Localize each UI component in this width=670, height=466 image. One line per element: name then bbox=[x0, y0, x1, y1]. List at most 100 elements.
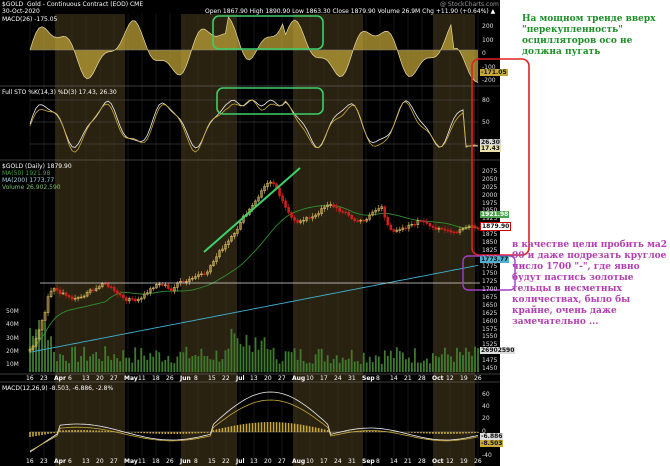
volume-bar bbox=[314, 354, 317, 372]
volume-bar bbox=[173, 363, 176, 372]
volume-bar bbox=[290, 352, 293, 372]
volume-bar bbox=[311, 363, 314, 372]
cci-value-tag: -171.05 bbox=[480, 69, 508, 76]
volume-bar bbox=[263, 337, 266, 372]
macd-histogram-bar bbox=[188, 432, 191, 434]
volume-bar bbox=[119, 361, 122, 372]
volume-bar bbox=[224, 350, 227, 372]
x-tick-label: 18 bbox=[152, 458, 160, 465]
macd-histogram-bar bbox=[140, 432, 143, 434]
volume-bar bbox=[344, 359, 347, 372]
volume-bar bbox=[248, 345, 251, 372]
macd-histogram-bar bbox=[284, 422, 287, 432]
macd-histogram-bar bbox=[308, 426, 311, 432]
x-tick-label: 24 bbox=[334, 458, 342, 465]
candle-body bbox=[170, 288, 173, 292]
volume-bar bbox=[447, 354, 449, 372]
candle-body bbox=[419, 220, 423, 222]
x-tick-label: 27 bbox=[278, 375, 286, 382]
stock-chart bbox=[0, 0, 530, 466]
candle-body bbox=[341, 211, 344, 213]
volume-bar bbox=[59, 353, 61, 372]
volume-bar bbox=[245, 334, 248, 372]
macd-histogram-bar bbox=[167, 432, 170, 434]
price-axis-label: 2075 bbox=[482, 168, 498, 175]
x-tick-label: 26 bbox=[474, 375, 482, 382]
candle-body bbox=[103, 283, 107, 285]
volume-bar bbox=[477, 348, 479, 372]
x-tick-label: Aug bbox=[292, 375, 306, 382]
candle-body bbox=[476, 227, 480, 230]
macd-histogram-bar bbox=[206, 432, 209, 433]
x-tick-label: 8 bbox=[194, 375, 198, 382]
price-axis-label: 1675 bbox=[482, 294, 498, 302]
macd-histogram-bar bbox=[293, 423, 296, 432]
volume-bar bbox=[425, 358, 428, 372]
volume-bar bbox=[341, 357, 344, 372]
x-tick-label: 22 bbox=[222, 458, 230, 465]
candle-body bbox=[347, 212, 351, 216]
macd-histogram-bar bbox=[179, 432, 182, 434]
macd-histogram-bar bbox=[474, 432, 476, 434]
candle-body bbox=[55, 288, 59, 291]
volume-bar bbox=[386, 355, 389, 372]
candle-body bbox=[91, 289, 95, 291]
x-tick-label: 28 bbox=[418, 458, 426, 465]
price-axis-label: 1575 bbox=[482, 325, 498, 333]
macd-histogram-bar bbox=[152, 432, 155, 434]
volume-bar bbox=[158, 352, 161, 372]
macd-histogram-bar bbox=[41, 432, 43, 435]
macd-histogram-bar bbox=[215, 429, 218, 432]
volume-bar bbox=[188, 358, 191, 372]
candle-body bbox=[350, 214, 354, 219]
volume-bar bbox=[56, 361, 58, 372]
symbol-label: $GOLD Gold - Continuous Contract (EOD) C… bbox=[2, 1, 144, 8]
volume-bar bbox=[167, 355, 170, 372]
x-tick-label: May bbox=[124, 375, 138, 382]
volume-bar bbox=[50, 336, 52, 372]
macd-histogram-bar bbox=[426, 432, 428, 434]
macd-histogram-bar bbox=[299, 424, 302, 432]
x-tick-label: 21 bbox=[404, 458, 412, 465]
volume-bar bbox=[191, 356, 194, 372]
x-tick-label: 8 bbox=[194, 458, 198, 465]
price-axis-label: 1825 bbox=[482, 246, 498, 254]
volume-value-tag: 26902590 bbox=[480, 347, 516, 354]
macd-histogram-bar bbox=[134, 432, 137, 433]
candle-body bbox=[133, 298, 137, 302]
macd-histogram-bar bbox=[435, 432, 437, 434]
cci-label: MACD(26) -175.05 bbox=[2, 16, 58, 23]
macd-histogram-bar bbox=[278, 422, 281, 432]
x-tick-label: 20 bbox=[96, 375, 104, 382]
volume-bar bbox=[362, 352, 365, 372]
volume-bar bbox=[407, 357, 410, 372]
macd-histogram-bar bbox=[146, 432, 149, 434]
sto-axis-label: 50 bbox=[482, 119, 490, 126]
volume-bar bbox=[281, 361, 284, 372]
volume-bar bbox=[161, 361, 164, 372]
macd-histogram-bar bbox=[218, 428, 221, 432]
macd-histogram-bar bbox=[429, 432, 431, 434]
candle-body bbox=[203, 273, 206, 275]
macd-histogram-bar bbox=[107, 430, 109, 432]
month-band bbox=[433, 14, 475, 466]
x-tick-label: Jun bbox=[180, 375, 191, 382]
volume-bar bbox=[143, 355, 146, 372]
candle-body bbox=[115, 290, 119, 295]
volume-label: Volume 26,902,590 bbox=[2, 184, 61, 191]
volume-bar bbox=[465, 347, 467, 372]
volume-bar bbox=[371, 362, 374, 372]
macd-histogram-bar bbox=[272, 422, 275, 432]
x-tick-label: 23 bbox=[40, 458, 48, 465]
x-tick-label: 10 bbox=[306, 375, 314, 382]
volume-bar bbox=[239, 343, 242, 372]
macd-histogram-bar bbox=[65, 430, 67, 432]
x-tick-label: 14 bbox=[390, 375, 398, 382]
price-axis-label: 1600 bbox=[482, 317, 498, 325]
price-axis-label: 2050 bbox=[482, 175, 498, 183]
volume-axis-label: 40M bbox=[6, 321, 19, 329]
volume-bar bbox=[356, 361, 359, 372]
macd-histogram-bar bbox=[453, 432, 455, 434]
volume-bar bbox=[233, 333, 236, 372]
volume-bar bbox=[68, 363, 70, 372]
